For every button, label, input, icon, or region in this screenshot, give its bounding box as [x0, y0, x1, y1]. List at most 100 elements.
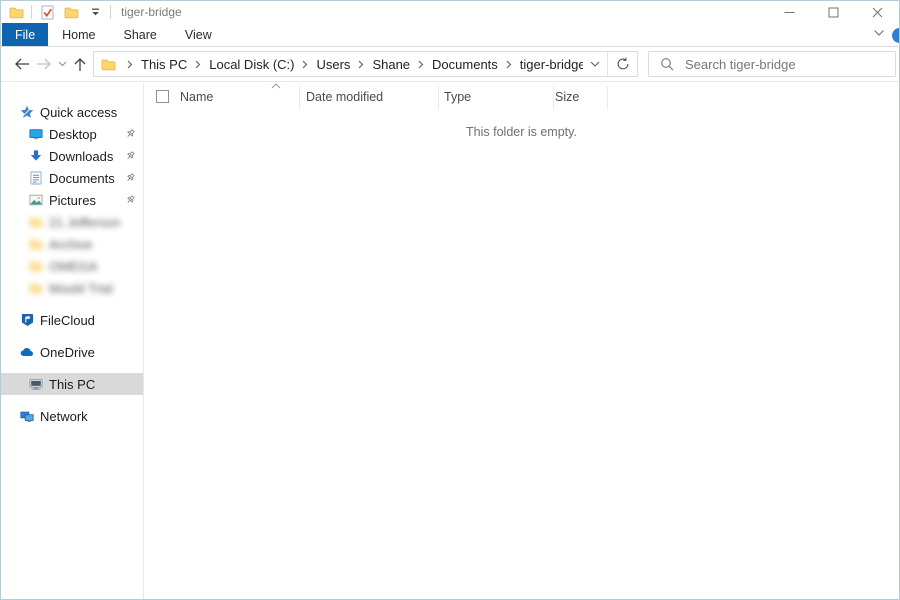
folder-icon — [29, 258, 43, 274]
titlebar-separator — [31, 5, 32, 19]
breadcrumb-item-tiger-bridge[interactable]: tiger-bridge — [517, 57, 583, 72]
network-icon — [20, 408, 34, 424]
sidebar-item-filecloud[interactable]: FileCloud — [1, 309, 143, 331]
sidebar-item-this-pc[interactable]: This PC — [1, 373, 143, 395]
quick-access-star-icon — [20, 104, 34, 120]
title-bar: tiger-bridge — [1, 1, 899, 23]
help-icon[interactable] — [892, 28, 899, 43]
sort-ascending-icon[interactable] — [271, 83, 281, 89]
downloads-icon — [29, 148, 43, 164]
sidebar-item-label: FileCloud — [40, 313, 95, 328]
sidebar-item-downloads[interactable]: Downloads — [1, 145, 143, 167]
breadcrumb: This PC Local Disk (C:) Users Shane Docu… — [138, 52, 583, 76]
tab-view[interactable]: View — [171, 23, 226, 46]
sidebar-item-label: Documents — [49, 171, 115, 186]
sidebar-item-label: This PC — [49, 377, 95, 392]
sidebar-item-label: OMEGA — [49, 259, 97, 274]
navigation-pane: Quick access Desktop Downloads — [1, 83, 144, 599]
minimize-button[interactable] — [767, 1, 811, 23]
sidebar-item-onedrive[interactable]: OneDrive — [1, 341, 143, 363]
close-button[interactable] — [855, 1, 899, 23]
address-bar[interactable]: This PC Local Disk (C:) Users Shane Docu… — [93, 51, 638, 77]
qat-properties-button[interactable] — [38, 3, 56, 21]
folder-icon — [29, 214, 43, 230]
navigation-bar: This PC Local Disk (C:) Users Shane Docu… — [1, 47, 899, 82]
column-header-row: Name Date modified Type Size — [144, 83, 899, 113]
qat-customize-button[interactable] — [86, 3, 104, 21]
sidebar-item-label: OneDrive — [40, 345, 95, 360]
maximize-button[interactable] — [811, 1, 855, 23]
breadcrumb-item-users[interactable]: Users — [313, 57, 353, 72]
app-folder-icon — [7, 3, 25, 21]
sidebar-item-quick-access[interactable]: Quick access — [1, 101, 143, 123]
breadcrumb-chevron-icon[interactable] — [122, 60, 138, 69]
sidebar-item-label: 21 Jefferson — [49, 215, 120, 230]
sidebar-item-label: Pictures — [49, 193, 96, 208]
tab-home[interactable]: Home — [48, 23, 109, 46]
column-header-type[interactable]: Type — [444, 90, 471, 104]
sidebar-item-network[interactable]: Network — [1, 405, 143, 427]
window-title: tiger-bridge — [121, 5, 182, 19]
sidebar-item-label: Quick access — [40, 105, 117, 120]
desktop-icon — [29, 126, 43, 142]
this-pc-icon — [29, 376, 43, 392]
titlebar-separator — [110, 5, 111, 19]
breadcrumb-item-this-pc[interactable]: This PC — [138, 57, 190, 72]
empty-folder-message: This folder is empty. — [144, 125, 899, 139]
documents-icon — [29, 170, 43, 186]
column-header-date-modified[interactable]: Date modified — [306, 90, 383, 104]
pictures-icon — [29, 192, 43, 208]
recent-locations-chevron-icon[interactable] — [55, 52, 69, 76]
search-box[interactable] — [648, 51, 896, 77]
tab-share[interactable]: Share — [110, 23, 171, 46]
up-button[interactable] — [69, 52, 91, 76]
column-header-name[interactable]: Name — [180, 90, 213, 104]
file-list-area: Name Date modified Type Size This folder… — [144, 83, 899, 599]
search-input[interactable] — [685, 57, 895, 72]
sidebar-item-label: Desktop — [49, 127, 97, 142]
column-separator[interactable] — [438, 86, 439, 110]
sidebar-item-desktop[interactable]: Desktop — [1, 123, 143, 145]
address-dropdown-chevron-icon[interactable] — [583, 52, 607, 76]
pin-icon — [125, 150, 136, 161]
sidebar-item-redacted-folder[interactable]: OMEGA — [1, 255, 143, 277]
sidebar-item-label: Archive — [49, 237, 92, 252]
sidebar-item-label: Network — [40, 409, 88, 424]
folder-icon — [29, 236, 43, 252]
explorer-window: tiger-bridge File Home Share View — [0, 0, 900, 600]
forward-button[interactable] — [33, 52, 55, 76]
breadcrumb-chevron-icon[interactable] — [190, 60, 206, 69]
breadcrumb-chevron-icon[interactable] — [501, 60, 517, 69]
breadcrumb-chevron-icon[interactable] — [353, 60, 369, 69]
search-icon — [660, 57, 674, 71]
ribbon-tab-bar: File Home Share View — [1, 23, 899, 47]
breadcrumb-item-shane[interactable]: Shane — [369, 57, 413, 72]
sidebar-item-label: Downloads — [49, 149, 113, 164]
sidebar-item-redacted-folder[interactable]: Mould Trial — [1, 277, 143, 299]
breadcrumb-item-documents[interactable]: Documents — [429, 57, 501, 72]
qat-new-folder-button[interactable] — [62, 3, 80, 21]
tab-file[interactable]: File — [2, 23, 48, 46]
breadcrumb-chevron-icon[interactable] — [413, 60, 429, 69]
column-header-size[interactable]: Size — [555, 90, 579, 104]
back-button[interactable] — [11, 52, 33, 76]
column-separator[interactable] — [607, 86, 608, 110]
select-all-checkbox[interactable] — [156, 90, 169, 103]
address-folder-icon — [94, 58, 122, 71]
sidebar-item-redacted-folder[interactable]: 21 Jefferson — [1, 211, 143, 233]
column-separator[interactable] — [299, 86, 300, 110]
onedrive-cloud-icon — [20, 344, 34, 360]
sidebar-item-label: Mould Trial — [49, 281, 113, 296]
filecloud-icon — [20, 312, 34, 328]
column-separator[interactable] — [553, 86, 554, 110]
sidebar-item-redacted-folder[interactable]: Archive — [1, 233, 143, 255]
folder-icon — [29, 280, 43, 296]
ribbon-expand-chevron-icon[interactable] — [873, 29, 885, 37]
sidebar-item-pictures[interactable]: Pictures — [1, 189, 143, 211]
pin-icon — [125, 128, 136, 139]
refresh-button[interactable] — [607, 52, 637, 76]
sidebar-item-documents[interactable]: Documents — [1, 167, 143, 189]
pin-icon — [125, 194, 136, 205]
breadcrumb-item-local-disk-c[interactable]: Local Disk (C:) — [206, 57, 297, 72]
breadcrumb-chevron-icon[interactable] — [297, 60, 313, 69]
